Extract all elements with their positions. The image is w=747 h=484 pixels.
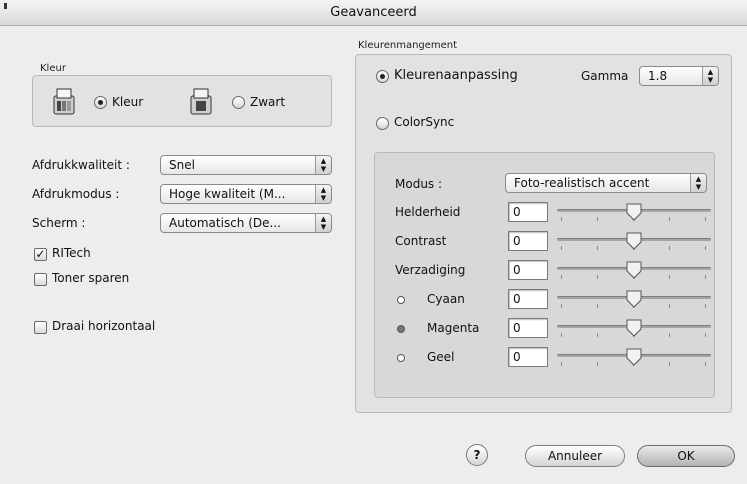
- kleur-group-title: Kleur: [40, 63, 66, 74]
- kleurenmanagement-groupbox: Kleurenaanpassing Gamma 1.8 ▲ ▼ ColorSync…: [355, 54, 732, 413]
- slider-tick: [561, 246, 562, 250]
- slider-thumb-icon[interactable]: [626, 290, 642, 308]
- kleurenaanpassing-radio[interactable]: [376, 70, 389, 83]
- slider-value-field-magenta[interactable]: 0: [508, 318, 548, 338]
- afdrukmodus-value: Hoge kwaliteit (M...: [169, 187, 286, 201]
- select-arrows-icon: ▲ ▼: [702, 67, 718, 85]
- slider-value-field-contrast[interactable]: 0: [508, 231, 548, 251]
- slider-tick: [705, 217, 706, 221]
- slider-tick: [561, 304, 562, 308]
- window-title: Geavanceerd: [330, 5, 417, 20]
- slider-value-field-geel[interactable]: 0: [508, 347, 548, 367]
- slider-verzadiging[interactable]: [557, 261, 711, 283]
- slider-tick: [669, 275, 670, 279]
- afdrukkwaliteit-value: Snel: [169, 158, 195, 172]
- select-arrows-icon: ▲ ▼: [690, 174, 706, 192]
- kleurenmanagement-title: Kleurenmangement: [358, 40, 458, 51]
- slider-thumb-icon[interactable]: [626, 261, 642, 279]
- slider-label-helderheid: Helderheid: [395, 205, 461, 219]
- color-dot-cyaan: [397, 296, 405, 304]
- slider-thumb-icon[interactable]: [626, 203, 642, 221]
- colorsync-label[interactable]: ColorSync: [394, 115, 454, 129]
- afdrukmodus-select[interactable]: Hoge kwaliteit (M... ▲ ▼: [160, 184, 332, 204]
- slider-tick: [597, 362, 598, 366]
- scherm-value: Automatisch (De...: [169, 216, 281, 230]
- slider-tick: [705, 362, 706, 366]
- slider-tick: [669, 333, 670, 337]
- modus-label: Modus :: [395, 177, 443, 191]
- slider-thumb-icon[interactable]: [626, 348, 642, 366]
- afdrukkwaliteit-label: Afdrukkwaliteit :: [32, 158, 130, 172]
- afdrukmodus-label: Afdrukmodus :: [32, 187, 120, 201]
- slider-label-contrast: Contrast: [395, 234, 447, 248]
- help-button[interactable]: ?: [466, 444, 488, 466]
- slider-tick: [705, 246, 706, 250]
- slider-value-field-verzadiging[interactable]: 0: [508, 260, 548, 280]
- slider-value-field-cyaan[interactable]: 0: [508, 289, 548, 309]
- ok-button[interactable]: OK: [637, 445, 735, 467]
- slider-tick: [561, 362, 562, 366]
- slider-tick: [597, 333, 598, 337]
- kleurenaanpassing-label[interactable]: Kleurenaanpassing: [394, 68, 518, 83]
- slider-tick: [597, 217, 598, 221]
- modus-select[interactable]: Foto-realistisch accent ▲ ▼: [505, 173, 707, 193]
- zwart-radio[interactable]: [232, 96, 245, 109]
- window-corner-mark: [4, 3, 7, 9]
- gamma-value: 1.8: [648, 69, 668, 83]
- scherm-select[interactable]: Automatisch (De... ▲ ▼: [160, 213, 332, 233]
- select-arrows-icon: ▲ ▼: [315, 156, 331, 174]
- gamma-select[interactable]: 1.8 ▲ ▼: [639, 66, 719, 86]
- ritech-label[interactable]: RITech: [52, 246, 91, 260]
- zwart-radio-label[interactable]: Zwart: [250, 95, 285, 109]
- slider-tick: [561, 217, 562, 221]
- slider-tick: [669, 362, 670, 366]
- slider-tick: [705, 304, 706, 308]
- select-arrows-icon: ▲ ▼: [315, 214, 331, 232]
- slider-tick: [561, 275, 562, 279]
- color-dot-geel: [397, 354, 405, 362]
- slider-label-verzadiging: Verzadiging: [395, 263, 466, 277]
- slider-label-geel: Geel: [427, 350, 455, 364]
- color-adjust-panel: Modus : Foto-realistisch accent ▲ ▼ Helde…: [374, 152, 715, 398]
- draai-horizontaal-label[interactable]: Draai horizontaal: [52, 319, 155, 333]
- kleur-radio-label[interactable]: Kleur: [112, 95, 143, 109]
- slider-label-magenta: Magenta: [427, 321, 480, 335]
- slider-tick: [669, 217, 670, 221]
- slider-label-cyaan: Cyaan: [427, 292, 465, 306]
- afdrukkwaliteit-select[interactable]: Snel ▲ ▼: [160, 155, 332, 175]
- slider-tick: [597, 246, 598, 250]
- slider-tick: [705, 333, 706, 337]
- slider-tick: [561, 333, 562, 337]
- colorsync-radio[interactable]: [376, 117, 389, 130]
- slider-tick: [669, 246, 670, 250]
- kleur-radio[interactable]: [94, 96, 107, 109]
- cancel-button[interactable]: Annuleer: [525, 445, 625, 467]
- slider-value-field-helderheid[interactable]: 0: [508, 202, 548, 222]
- slider-contrast[interactable]: [557, 232, 711, 254]
- slider-tick: [597, 304, 598, 308]
- slider-helderheid[interactable]: [557, 203, 711, 225]
- slider-tick: [597, 275, 598, 279]
- kleur-groupbox: Kleur Zwart: [32, 75, 332, 127]
- scherm-label: Scherm :: [32, 216, 86, 230]
- mono-printer-icon: [190, 88, 212, 115]
- color-printer-icon: [53, 88, 75, 115]
- color-dot-magenta: [397, 325, 405, 333]
- modus-value: Foto-realistisch accent: [514, 176, 650, 190]
- toner-sparen-checkbox[interactable]: [34, 273, 47, 286]
- ritech-checkbox[interactable]: ✓: [34, 248, 47, 261]
- window-titlebar: Geavanceerd: [0, 0, 747, 26]
- slider-magenta[interactable]: [557, 319, 711, 341]
- slider-tick: [705, 275, 706, 279]
- draai-horizontaal-checkbox[interactable]: [34, 321, 47, 334]
- select-arrows-icon: ▲ ▼: [315, 185, 331, 203]
- gamma-label: Gamma: [581, 69, 629, 83]
- slider-thumb-icon[interactable]: [626, 232, 642, 250]
- slider-tick: [669, 304, 670, 308]
- slider-thumb-icon[interactable]: [626, 319, 642, 337]
- toner-sparen-label[interactable]: Toner sparen: [52, 271, 129, 285]
- slider-geel[interactable]: [557, 348, 711, 370]
- slider-cyaan[interactable]: [557, 290, 711, 312]
